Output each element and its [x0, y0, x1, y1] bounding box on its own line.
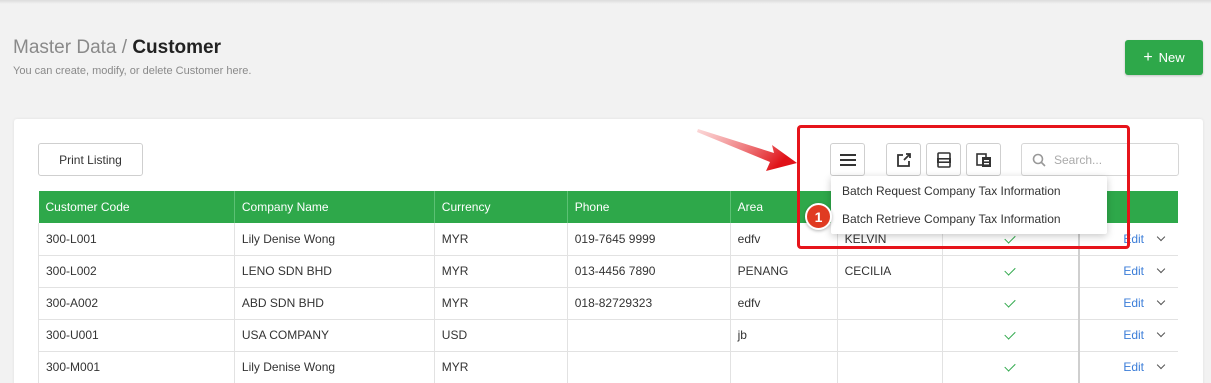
cell-customer-code: 300-M001: [38, 351, 235, 383]
chevron-down-icon[interactable]: [1156, 328, 1166, 338]
chevron-down-icon[interactable]: [1156, 360, 1166, 370]
cell-agent: CECILIA: [837, 255, 943, 288]
cell-phone: 013-4456 7890: [567, 255, 731, 288]
cell-active: [942, 319, 1080, 352]
cell-actions: Edit: [1077, 255, 1178, 288]
check-icon: [1004, 264, 1016, 276]
chevron-down-icon[interactable]: [1156, 264, 1166, 274]
cell-currency: MYR: [434, 255, 568, 288]
step-badge: 1: [805, 203, 832, 230]
cell-agent: [837, 287, 943, 320]
cell-company-name: Lily Denise Wong: [234, 351, 435, 383]
column-header[interactable]: Customer Code: [38, 191, 235, 223]
cell-currency: USD: [434, 319, 568, 352]
cell-phone: 019-7645 9999: [567, 223, 731, 256]
check-icon: [1004, 360, 1016, 372]
table-row[interactable]: 300-U001 USA COMPANY USD jb Edit: [38, 319, 1178, 352]
cell-agent: [837, 351, 943, 383]
column-header[interactable]: Company Name: [234, 191, 435, 223]
annotation-highlight-box: [797, 125, 1130, 249]
cell-company-name: Lily Denise Wong: [234, 223, 435, 256]
edit-link[interactable]: Edit: [1123, 264, 1144, 278]
table-row[interactable]: 300-L002 LENO SDN BHD MYR 013-4456 7890 …: [38, 255, 1178, 288]
cell-actions: Edit: [1077, 351, 1178, 383]
cell-active: [942, 351, 1080, 383]
cell-customer-code: 300-A002: [38, 287, 235, 320]
breadcrumb-parent[interactable]: Master Data: [13, 37, 116, 58]
new-button-label: New: [1158, 50, 1185, 65]
page-subtitle: You can create, modify, or delete Custom…: [13, 65, 252, 77]
cell-area: edfv: [730, 287, 838, 320]
table-row[interactable]: 300-A002 ABD SDN BHD MYR 018-82729323 ed…: [38, 287, 1178, 320]
cell-currency: MYR: [434, 287, 568, 320]
new-button[interactable]: + New: [1125, 40, 1203, 75]
cell-phone: [567, 319, 731, 352]
breadcrumb-current: Customer: [132, 37, 222, 58]
check-icon: [1004, 328, 1016, 340]
cell-currency: MYR: [434, 223, 568, 256]
cell-company-name: LENO SDN BHD: [234, 255, 435, 288]
cell-customer-code: 300-L001: [38, 223, 235, 256]
cell-area: PENANG: [730, 255, 838, 288]
table-row[interactable]: 300-M001 Lily Denise Wong MYR Edit: [38, 351, 1178, 383]
check-icon: [1004, 296, 1016, 308]
cell-active: [942, 255, 1080, 288]
top-bar-shadow: [0, 0, 1211, 4]
cell-customer-code: 300-L002: [38, 255, 235, 288]
annotation-arrow-icon: [697, 129, 797, 171]
edit-link[interactable]: Edit: [1123, 328, 1144, 342]
breadcrumb-separator: /: [121, 37, 128, 58]
page-title: Master Data / Customer: [13, 37, 221, 59]
edit-link[interactable]: Edit: [1123, 296, 1144, 310]
cell-company-name: ABD SDN BHD: [234, 287, 435, 320]
cell-active: [942, 287, 1080, 320]
cell-area: jb: [730, 319, 838, 352]
cell-phone: 018-82729323: [567, 287, 731, 320]
cell-customer-code: 300-U001: [38, 319, 235, 352]
cell-currency: MYR: [434, 351, 568, 383]
cell-actions: Edit: [1077, 287, 1178, 320]
column-header[interactable]: Phone: [567, 191, 731, 223]
cell-actions: Edit: [1077, 319, 1178, 352]
edit-link[interactable]: Edit: [1123, 360, 1144, 374]
cell-company-name: USA COMPANY: [234, 319, 435, 352]
chevron-down-icon[interactable]: [1156, 296, 1166, 306]
print-listing-button[interactable]: Print Listing: [38, 143, 143, 176]
cell-phone: [567, 351, 731, 383]
chevron-down-icon[interactable]: [1156, 232, 1166, 241]
plus-icon: +: [1143, 48, 1153, 66]
cell-agent: [837, 319, 943, 352]
cell-area: [730, 351, 838, 383]
column-header[interactable]: Currency: [434, 191, 568, 223]
